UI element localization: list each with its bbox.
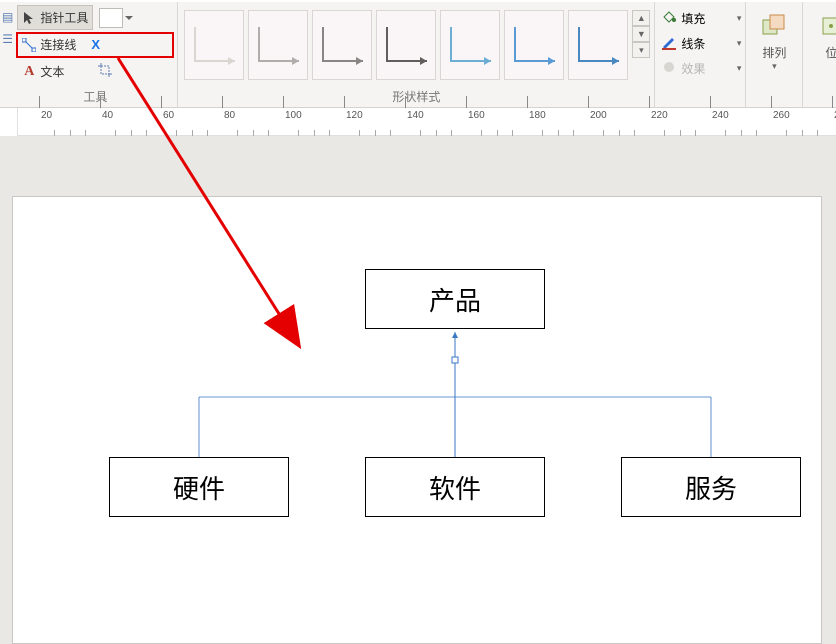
- delete-connector-icon[interactable]: X: [91, 37, 100, 52]
- arrange-icon[interactable]: [760, 12, 788, 40]
- diagram-root-box[interactable]: 产品: [365, 269, 545, 329]
- ruler-corner: [0, 108, 18, 136]
- tools-group-label: 工具: [17, 87, 173, 107]
- text-a-icon: A: [22, 65, 36, 79]
- diagram-child-0-label: 硬件: [173, 469, 225, 506]
- bucket-icon: [661, 9, 677, 28]
- position-label: 位: [825, 44, 836, 61]
- fill-swatch[interactable]: [99, 8, 123, 28]
- text-tool-button[interactable]: A 文本: [17, 59, 69, 84]
- pointer-icon: [22, 11, 36, 25]
- ribbon: ▤ ☰ 指针工具 连接线: [0, 0, 836, 108]
- line-button[interactable]: 线条 ▾: [659, 31, 741, 56]
- diagram-child-1-label: 软件: [429, 469, 481, 506]
- style-thumb-3[interactable]: [376, 10, 436, 80]
- pointer-tool-button[interactable]: 指针工具: [17, 5, 93, 30]
- diagram-child-1-box[interactable]: 软件: [365, 457, 545, 517]
- effect-button: 效果 ▾: [659, 56, 741, 81]
- arrange-group: 排列 ▾: [746, 2, 803, 107]
- crop-icon[interactable]: [97, 62, 113, 81]
- diagram-root-label: 产品: [429, 281, 481, 318]
- pointer-label: 指针工具: [40, 9, 88, 26]
- diagram-child-0-box[interactable]: 硬件: [109, 457, 289, 517]
- effect-icon: [661, 59, 677, 78]
- style-thumb-1[interactable]: [248, 10, 308, 80]
- drawing-page[interactable]: 产品 硬件 软件 服务: [12, 196, 822, 644]
- workspace[interactable]: 产品 硬件 软件 服务: [0, 136, 836, 644]
- style-thumb-5[interactable]: [504, 10, 564, 80]
- fill-label: 填充: [681, 10, 705, 27]
- gallery-up[interactable]: ▲: [632, 10, 650, 26]
- diagram-child-2-box[interactable]: 服务: [621, 457, 801, 517]
- gallery-down[interactable]: ▼: [632, 26, 650, 42]
- effect-label: 效果: [681, 60, 705, 77]
- position-group: 位: [803, 2, 836, 107]
- style-thumb-4[interactable]: [440, 10, 500, 80]
- shape-style-group-label: 形状样式: [182, 87, 650, 107]
- pen-icon: [661, 34, 677, 53]
- style-thumb-6[interactable]: [568, 10, 628, 80]
- fill-button[interactable]: 填充 ▾: [659, 6, 741, 31]
- diagram-child-2-label: 服务: [685, 469, 737, 506]
- line-label: 线条: [681, 35, 705, 52]
- align-center-icon[interactable]: ☰: [2, 28, 13, 50]
- tools-group: 指针工具 连接线 X A 文本: [13, 2, 178, 107]
- style-thumb-0[interactable]: [184, 10, 244, 80]
- format-group: 填充 ▾ 线条 ▾ 效果 ▾: [655, 2, 746, 107]
- horizontal-ruler: 20406080100120140160180200220240260280: [0, 108, 836, 136]
- arrange-label: 排列: [762, 44, 786, 61]
- gallery-more[interactable]: ▾: [632, 42, 650, 58]
- text-label: 文本: [40, 63, 64, 80]
- align-blank-icon: [2, 50, 13, 72]
- diagram-connectors: [13, 197, 823, 597]
- position-icon[interactable]: [817, 12, 836, 40]
- style-thumb-2[interactable]: [312, 10, 372, 80]
- align-left-icon[interactable]: ▤: [2, 6, 13, 28]
- shape-styles-group: ▲▼▾ 形状样式: [178, 2, 655, 107]
- connector-label: 连接线: [40, 36, 76, 53]
- connector-tool-button[interactable]: 连接线: [17, 32, 81, 57]
- connector-icon: [22, 38, 36, 52]
